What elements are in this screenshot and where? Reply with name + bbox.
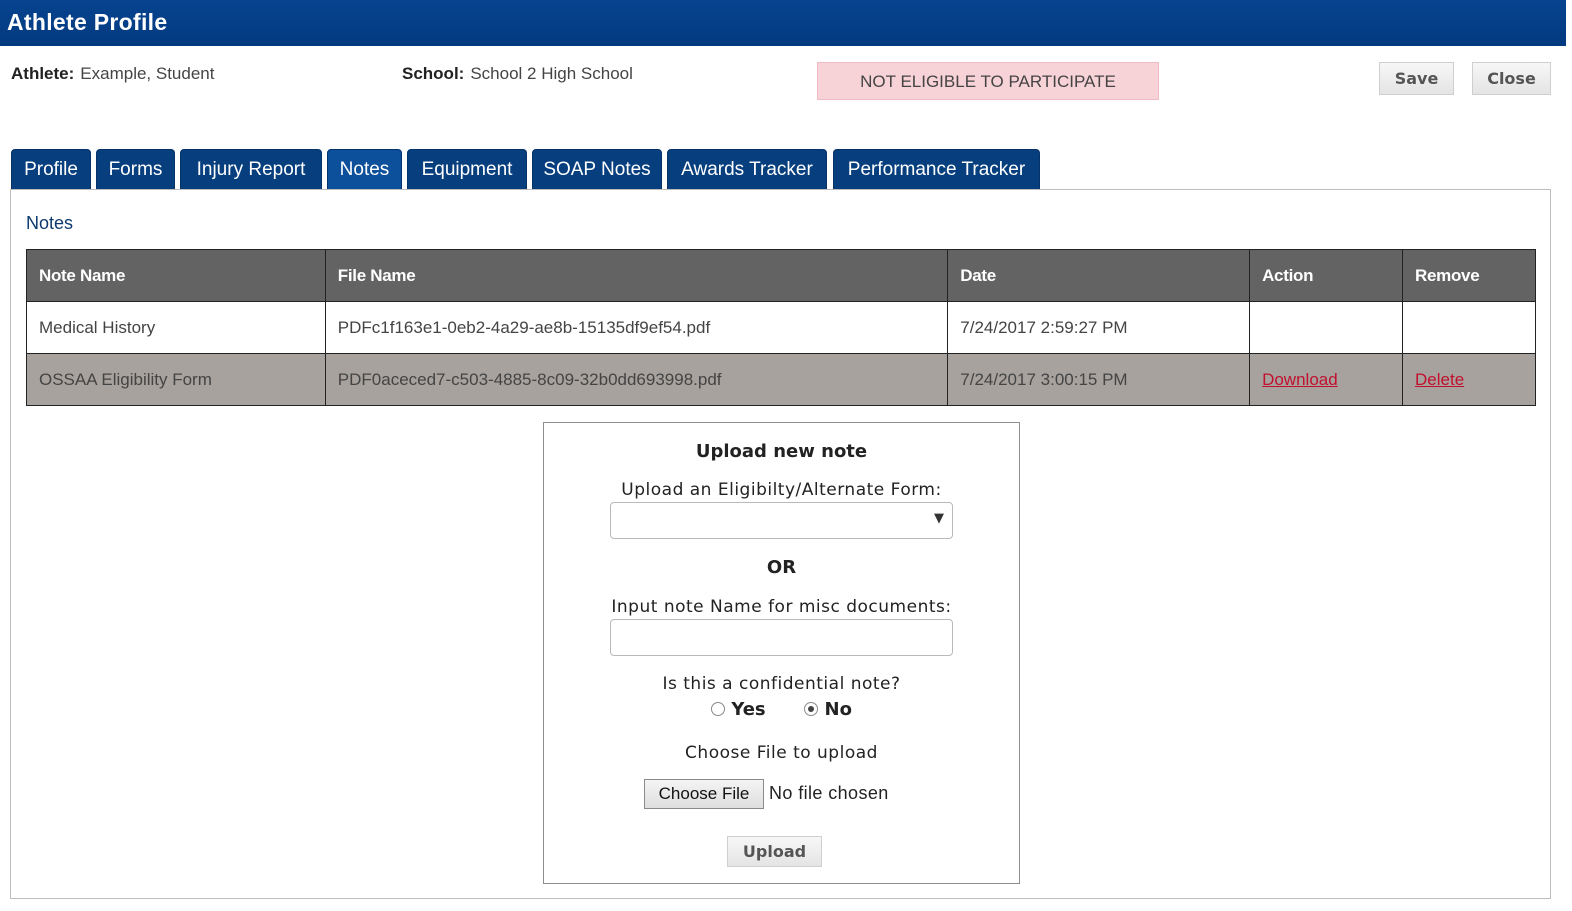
tab-performance-tracker[interactable]: Performance Tracker (833, 149, 1040, 190)
choose-file-label: Choose File to upload (685, 743, 878, 763)
upload-title: Upload new note (695, 441, 868, 462)
note-name-label: Input note Name for misc documents: (611, 597, 952, 617)
upload-note-box: Upload new note Upload an Eligibilty/Alt… (543, 422, 1020, 884)
table-row: OSSAA Eligibility Form PDF0aceced7-c503-… (26, 353, 1536, 406)
form-select[interactable]: ▼ (610, 502, 953, 539)
tab-profile[interactable]: Profile (11, 149, 91, 190)
date-cell: 7/24/2017 3:00:15 PM (947, 353, 1251, 406)
note-name-cell: Medical History (26, 301, 326, 354)
date-cell: 7/24/2017 2:59:27 PM (947, 301, 1251, 354)
choose-file-button[interactable]: Choose File (644, 779, 764, 809)
action-cell: Download (1249, 353, 1404, 406)
file-name-cell: PDFc1f163e1-0eb2-4a29-ae8b-15135df9ef54.… (324, 301, 949, 354)
table-header-row: Note Name File Name Date Action Remove (26, 249, 1536, 302)
note-name-cell: OSSAA Eligibility Form (26, 353, 326, 406)
no-label: No (824, 699, 852, 720)
yes-label: Yes (731, 699, 766, 720)
or-separator: OR (766, 557, 797, 578)
action-cell (1249, 301, 1404, 354)
note-name-input[interactable] (610, 619, 953, 656)
confidential-yes-radio[interactable] (711, 702, 726, 716)
confidential-no-radio[interactable] (804, 702, 819, 716)
tab-equipment[interactable]: Equipment (407, 149, 527, 190)
download-link[interactable]: Download (1262, 370, 1338, 389)
athlete-name: Example, Student (80, 64, 215, 83)
athlete-info: Athlete: Example, Student (11, 64, 214, 84)
notes-table: Note Name File Name Date Action Remove M… (26, 249, 1536, 406)
delete-link[interactable]: Delete (1415, 370, 1464, 389)
tab-soap-notes[interactable]: SOAP Notes (532, 149, 662, 190)
eligibility-status-badge: NOT ELIGIBLE TO PARTICIPATE (817, 62, 1159, 100)
remove-cell: Delete (1402, 353, 1536, 406)
column-header-note-name[interactable]: Note Name (26, 249, 326, 302)
table-row: Medical History PDFc1f163e1-0eb2-4a29-ae… (26, 301, 1536, 354)
tab-awards-tracker[interactable]: Awards Tracker (667, 149, 827, 190)
window-title: Athlete Profile (0, 0, 1566, 46)
tab-injury-report[interactable]: Injury Report (180, 149, 322, 190)
column-header-action: Action (1249, 249, 1404, 302)
remove-cell (1402, 301, 1536, 354)
form-select-label: Upload an Eligibilty/Alternate Form: (621, 480, 942, 500)
school-label: School: (402, 64, 465, 83)
upload-button[interactable]: Upload (727, 836, 822, 867)
section-title: Notes (26, 213, 74, 233)
school-info: School: School 2 High School (402, 64, 633, 84)
column-header-file-name[interactable]: File Name (324, 249, 949, 302)
confidential-question: Is this a confidential note? (662, 674, 901, 694)
file-name-cell: PDF0aceced7-c503-4885-8c09-32b0dd693998.… (324, 353, 949, 406)
close-button[interactable]: Close (1472, 62, 1551, 95)
confidential-radio-group: Yes No (544, 699, 1019, 720)
save-button[interactable]: Save (1379, 62, 1454, 95)
column-header-date[interactable]: Date (947, 249, 1251, 302)
athlete-label: Athlete: (11, 64, 75, 83)
tab-notes[interactable]: Notes (327, 149, 402, 190)
column-header-remove: Remove (1402, 249, 1536, 302)
dropdown-arrow-icon: ▼ (934, 511, 944, 526)
file-status-text: No file chosen (769, 783, 889, 803)
school-name: School 2 High School (470, 64, 633, 83)
tab-forms[interactable]: Forms (96, 149, 175, 190)
